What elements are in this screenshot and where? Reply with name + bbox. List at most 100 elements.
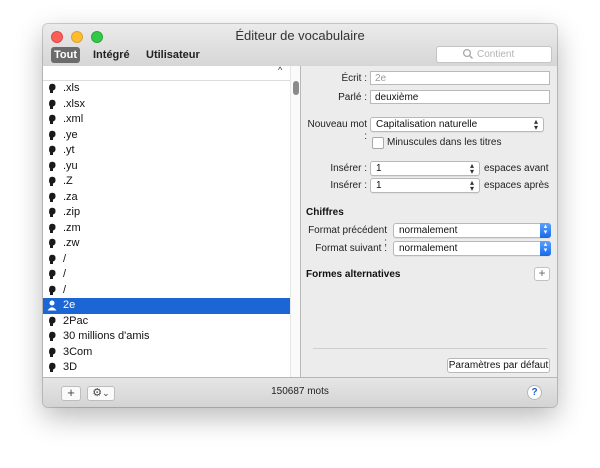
list-item[interactable]: .ye bbox=[43, 128, 290, 144]
inserer-avant-stepper[interactable]: 1 ▴ ▾ bbox=[370, 161, 480, 176]
list-item[interactable]: .yu bbox=[43, 159, 290, 175]
chiffres-title: Chiffres bbox=[306, 207, 344, 218]
list-item-label: .yu bbox=[63, 159, 78, 172]
speaker-head-icon bbox=[49, 254, 56, 264]
speaker-head-icon bbox=[49, 316, 56, 326]
list-item-label: / bbox=[63, 252, 67, 265]
minuscules-checkbox[interactable] bbox=[372, 137, 384, 149]
list-item[interactable]: 2Pac bbox=[43, 314, 290, 330]
list-item[interactable]: .zm bbox=[43, 221, 290, 237]
list-item-label: / bbox=[63, 268, 67, 280]
list-item[interactable]: 30 millions d'amis bbox=[43, 329, 290, 345]
popup-arrows-icon: ▴ ▾ bbox=[540, 241, 551, 256]
list-item[interactable]: .xls bbox=[43, 81, 290, 97]
inserer-apres-suffix: espaces après bbox=[484, 180, 550, 191]
format-suivant-value: normalement bbox=[399, 243, 458, 254]
list-header[interactable]: ^ bbox=[43, 66, 290, 81]
list-item-label: .zip bbox=[63, 206, 81, 218]
popup-arrows-icon: ▴ ▾ bbox=[540, 223, 551, 238]
list-item-label: 2e bbox=[63, 299, 76, 311]
tab-integre[interactable]: Intégré bbox=[93, 47, 130, 63]
title-bar: Éditeur de vocabulaire Tout Intégré Util… bbox=[43, 24, 557, 67]
word-count: 150687 mots bbox=[271, 386, 329, 397]
list-item[interactable]: 3Com bbox=[43, 345, 290, 361]
list-item[interactable]: / bbox=[43, 267, 290, 283]
speaker-head-icon bbox=[49, 161, 56, 171]
help-button[interactable]: ? bbox=[527, 385, 542, 400]
inserer-avant-value: 1 bbox=[376, 163, 382, 174]
search-icon bbox=[462, 48, 473, 59]
detail-pane: Écrit : 2e Parlé : deuxième Nouveau mot … bbox=[301, 66, 557, 377]
inserer-apres-stepper[interactable]: 1 ▴ ▾ bbox=[370, 178, 480, 193]
list-item[interactable]: .zip bbox=[43, 205, 290, 221]
nouveau-mot-label: Nouveau mot : bbox=[307, 119, 367, 142]
list-item-label: 30 millions d'amis bbox=[63, 330, 150, 342]
format-precedent-popup[interactable]: normalement ▴ ▾ bbox=[393, 223, 551, 238]
speaker-head-icon bbox=[49, 176, 56, 186]
user-icon bbox=[47, 300, 57, 311]
stepper-arrows-icon: ▴ ▾ bbox=[469, 161, 474, 176]
bottom-toolbar: + ⚙⌄ 150687 mots ? bbox=[43, 377, 557, 407]
inserer-avant-label: Insérer : bbox=[330, 163, 367, 174]
defaults-button[interactable]: Paramètres par défaut bbox=[447, 358, 550, 373]
scrollbar-thumb[interactable] bbox=[293, 81, 299, 95]
list-item[interactable]: / bbox=[43, 283, 290, 299]
list-item-label: .xml bbox=[63, 113, 84, 125]
speaker-head-icon bbox=[49, 83, 56, 93]
list-item-label: 2Pac bbox=[63, 314, 89, 327]
list-item-label: .yt bbox=[63, 144, 75, 156]
list-item-label: 3D bbox=[63, 361, 78, 373]
nouveau-mot-popup[interactable]: Capitalisation naturelle ▴ ▾ bbox=[370, 117, 544, 132]
speaker-head-icon bbox=[49, 145, 56, 155]
format-suivant-popup[interactable]: normalement ▴ ▾ bbox=[393, 241, 551, 256]
format-precedent-value: normalement bbox=[399, 225, 458, 236]
sort-chevron-icon[interactable]: ^ bbox=[278, 66, 282, 75]
ecrit-field[interactable]: 2e bbox=[370, 71, 550, 85]
parle-field[interactable]: deuxième bbox=[370, 90, 550, 104]
speaker-head-icon bbox=[49, 331, 56, 341]
list-item[interactable]: 3D bbox=[43, 360, 290, 376]
speaker-head-icon bbox=[49, 269, 56, 279]
word-list[interactable]: ^ .xls .xlsx .xml .ye .yt .yu .Z .za .zip .zm .zw /… bbox=[43, 66, 300, 377]
speaker-head-icon bbox=[49, 362, 56, 372]
list-item-label: 3Com bbox=[63, 345, 93, 358]
popup-arrows-icon: ▴ ▾ bbox=[533, 117, 538, 132]
search-placeholder: Contient bbox=[477, 49, 515, 60]
speaker-head-icon bbox=[49, 99, 56, 109]
list-item[interactable]: 2e bbox=[43, 298, 290, 314]
inserer-avant-suffix: espaces avant bbox=[484, 163, 549, 174]
speaker-head-icon bbox=[49, 238, 56, 248]
inserer-apres-label: Insérer : bbox=[330, 180, 367, 191]
format-suivant-label: Format suivant : bbox=[315, 243, 387, 254]
list-item[interactable]: .yt bbox=[43, 143, 290, 159]
stepper-arrows-icon: ▴ ▾ bbox=[469, 178, 474, 193]
list-item[interactable]: .xml bbox=[43, 112, 290, 128]
add-alternative-button[interactable]: + bbox=[534, 267, 550, 281]
ecrit-label: Écrit : bbox=[341, 73, 367, 84]
list-item[interactable]: .zw bbox=[43, 236, 290, 252]
inserer-apres-value: 1 bbox=[376, 180, 382, 191]
list-item-label: .zm bbox=[63, 221, 81, 234]
list-item[interactable]: / bbox=[43, 252, 290, 268]
nouveau-mot-value: Capitalisation naturelle bbox=[376, 119, 478, 130]
window-title: Éditeur de vocabulaire bbox=[235, 28, 365, 43]
list-item[interactable]: .za bbox=[43, 190, 290, 206]
list-item[interactable]: .xlsx bbox=[43, 97, 290, 113]
search-input[interactable]: Contient bbox=[436, 46, 552, 63]
list-scrollbar[interactable] bbox=[290, 66, 300, 377]
formes-alternatives-title: Formes alternatives bbox=[306, 269, 401, 280]
speaker-head-icon bbox=[49, 223, 56, 233]
list-item-label: .Z bbox=[63, 175, 73, 187]
list-item-label: / bbox=[63, 283, 67, 296]
tab-utilisateur[interactable]: Utilisateur bbox=[146, 47, 200, 63]
speaker-head-icon bbox=[49, 114, 56, 124]
speaker-head-icon bbox=[49, 130, 56, 140]
list-rows: .xls .xlsx .xml .ye .yt .yu .Z .za .zip .zm .zw / / /… bbox=[43, 81, 290, 377]
detail-separator bbox=[313, 348, 547, 349]
list-item-label: .ye bbox=[63, 128, 78, 141]
tab-tout[interactable]: Tout bbox=[51, 47, 80, 63]
list-item-label: .xls bbox=[63, 82, 80, 94]
parle-label: Parlé : bbox=[338, 92, 367, 103]
list-item-label: .xlsx bbox=[63, 97, 85, 110]
list-item[interactable]: .Z bbox=[43, 174, 290, 190]
